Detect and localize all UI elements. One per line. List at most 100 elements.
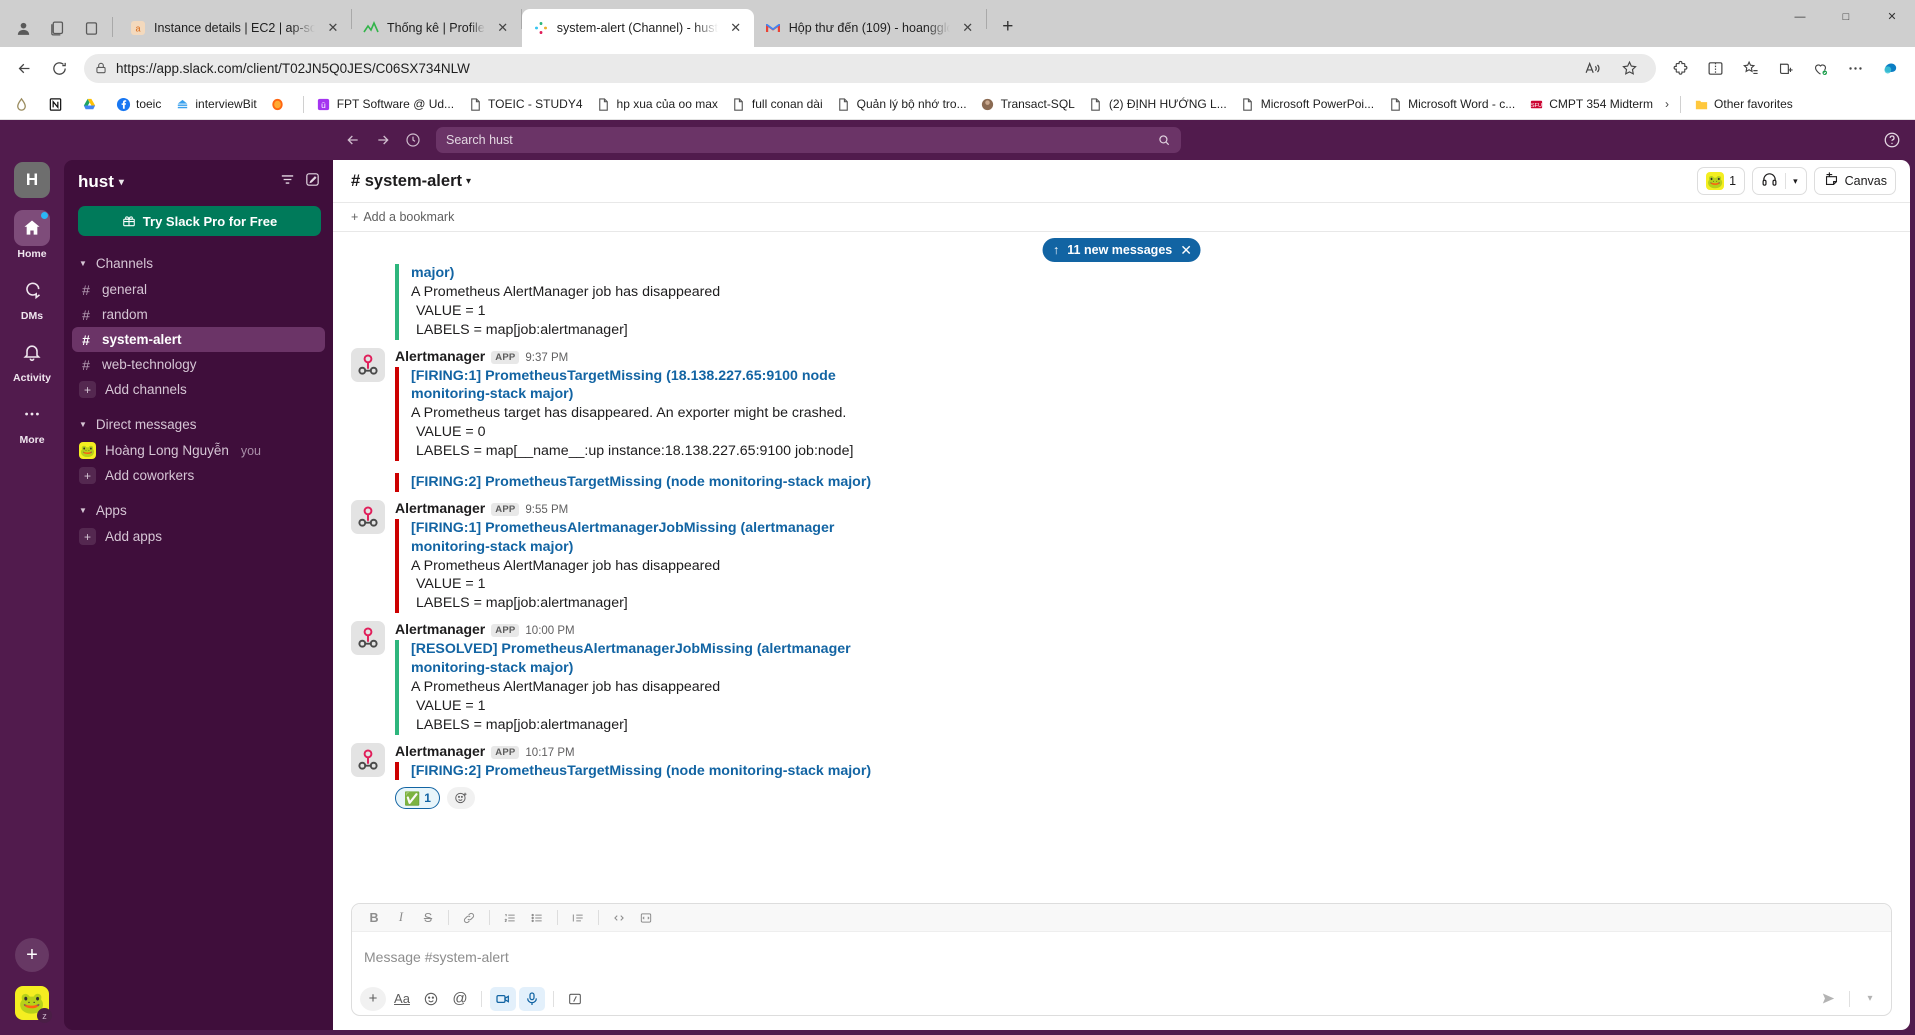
close-button[interactable]: ✕ xyxy=(1869,0,1915,33)
alert-title[interactable]: [FIRING:2] PrometheusTargetMissing (node… xyxy=(411,473,873,492)
chevron-down-icon[interactable]: ▾ xyxy=(1793,176,1798,187)
bookmark-item[interactable] xyxy=(75,93,108,115)
bookmark-item[interactable]: (2) ĐỊNH HƯỚNG L... xyxy=(1082,93,1233,115)
message-author[interactable]: Alertmanager xyxy=(395,743,485,759)
message-timestamp[interactable]: 9:37 PM xyxy=(525,352,568,364)
channel-bookmark-bar[interactable]: + Add a bookmark xyxy=(333,202,1910,232)
send-options-button[interactable]: ▾ xyxy=(1857,987,1883,1011)
message-timestamp[interactable]: 10:00 PM xyxy=(525,625,574,637)
clock-icon[interactable] xyxy=(400,127,426,153)
new-messages-banner[interactable]: ↑ 11 new messages ✕ xyxy=(1042,238,1201,262)
tab-close-icon[interactable]: ✕ xyxy=(323,18,343,38)
canvas-button[interactable]: Canvas xyxy=(1813,167,1896,195)
mention-button[interactable]: @ xyxy=(447,987,473,1011)
send-button[interactable] xyxy=(1814,987,1842,1011)
rail-item-activity[interactable]: Activity xyxy=(4,334,60,384)
reload-icon[interactable] xyxy=(43,52,76,85)
alert-title[interactable]: [FIRING:2] PrometheusTargetMissing (node… xyxy=(411,762,873,781)
sidebar-section-dms[interactable]: ▼ Direct messages xyxy=(72,411,325,438)
audio-clip-button[interactable] xyxy=(519,986,545,1011)
bulleted-list-button[interactable] xyxy=(525,907,549,929)
message-timestamp[interactable]: 10:17 PM xyxy=(525,747,574,759)
browser-tab-2[interactable]: Thống kê | Profile ✕ xyxy=(352,9,521,47)
message-author[interactable]: Alertmanager xyxy=(395,348,485,364)
browser-essentials-icon[interactable] xyxy=(1804,52,1837,85)
address-bar[interactable]: https://app.slack.com/client/T02JN5Q0JES… xyxy=(84,52,1656,85)
copilot-icon[interactable] xyxy=(1874,52,1907,85)
page-title[interactable]: # system-alert ▾ xyxy=(351,172,471,191)
workspace-avatar[interactable]: H xyxy=(14,162,50,198)
bookmarks-overflow-icon[interactable]: › xyxy=(1660,94,1674,114)
sidebar-item-add-apps[interactable]: + Add apps xyxy=(72,524,325,549)
message-composer[interactable]: B I S Message #system-alert + Aa @ ▾ xyxy=(351,903,1892,1016)
reaction-white-check-mark[interactable]: ✅ 1 xyxy=(395,787,440,810)
channel-members-button[interactable]: 🐸 1 xyxy=(1697,167,1746,195)
bookmark-item-cmpt354[interactable]: SFU CMPT 354 Midterm xyxy=(1522,93,1659,115)
browser-tab-4[interactable]: Hộp thư đến (109) - hoangglong ✕ xyxy=(754,9,986,47)
emoji-button[interactable] xyxy=(418,987,444,1011)
sidebar-item-dm-hoang-long[interactable]: 🐸 Hoàng Long Nguyễn you xyxy=(72,438,325,463)
huddle-button[interactable]: ▾ xyxy=(1752,167,1807,195)
favorite-star-icon[interactable] xyxy=(1613,52,1646,85)
browser-tab-1[interactable]: a Instance details | EC2 | ap-southe ✕ xyxy=(119,9,351,47)
alert-title[interactable]: [FIRING:1] PrometheusAlertmanagerJobMiss… xyxy=(411,519,873,557)
split-screen-icon[interactable] xyxy=(1699,52,1732,85)
question-circle-icon[interactable] xyxy=(1879,127,1905,153)
bookmark-item-transact-sql[interactable]: Transact-SQL xyxy=(974,93,1081,115)
bookmark-item[interactable] xyxy=(41,93,74,115)
bookmark-item[interactable] xyxy=(264,93,297,115)
rail-item-home[interactable]: Home xyxy=(4,210,60,260)
browser-tab-3-active[interactable]: system-alert (Channel) - hust - Sl ✕ xyxy=(521,9,754,47)
link-button[interactable] xyxy=(457,907,481,929)
read-aloud-icon[interactable] xyxy=(1576,52,1609,85)
code-block-button[interactable] xyxy=(634,907,658,929)
alert-title[interactable]: major) xyxy=(411,264,873,283)
avatar[interactable]: 🐸 z xyxy=(15,986,52,1023)
maximize-button[interactable]: □ xyxy=(1823,0,1869,33)
favorites-icon[interactable] xyxy=(1734,52,1767,85)
tab-close-icon[interactable]: ✕ xyxy=(493,18,513,38)
bookmark-item-word[interactable]: Microsoft Word - c... xyxy=(1381,93,1521,115)
sidebar-item-system-alert[interactable]: # system-alert xyxy=(72,327,325,352)
attach-button[interactable]: + xyxy=(360,986,386,1011)
bookmark-item-interviewbit[interactable]: interviewBit xyxy=(168,93,262,115)
rail-item-dms[interactable]: DMs xyxy=(4,272,60,322)
bookmark-item-toeic-study4[interactable]: TOEIC - STUDY4 xyxy=(461,93,588,115)
sidebar-section-channels[interactable]: ▼ Channels xyxy=(72,250,325,277)
collections-icon[interactable] xyxy=(1769,52,1802,85)
extensions-icon[interactable] xyxy=(1664,52,1697,85)
rail-item-more[interactable]: More xyxy=(4,396,60,446)
sidebar-section-apps[interactable]: ▼ Apps xyxy=(72,497,325,524)
alert-title[interactable]: [FIRING:1] PrometheusTargetMissing (18.1… xyxy=(411,367,873,405)
strikethrough-button[interactable]: S xyxy=(416,907,440,929)
message-author[interactable]: Alertmanager xyxy=(395,621,485,637)
vertical-tabs-icon[interactable] xyxy=(74,9,108,47)
bold-button[interactable]: B xyxy=(362,907,386,929)
sidebar-item-add-coworkers[interactable]: + Add coworkers xyxy=(72,463,325,488)
tab-close-icon[interactable]: ✕ xyxy=(726,18,746,38)
filter-icon[interactable] xyxy=(279,171,296,193)
message-input[interactable]: Message #system-alert xyxy=(352,932,1891,982)
add-workspace-button[interactable]: + xyxy=(15,938,49,972)
bookmark-item[interactable]: hp xua của oo max xyxy=(590,93,724,115)
bookmark-item[interactable] xyxy=(7,93,40,115)
bookmark-item-fpt[interactable]: ū FPT Software @ Ud... xyxy=(310,93,460,115)
blockquote-button[interactable] xyxy=(566,907,590,929)
profile-icon[interactable] xyxy=(6,9,40,47)
compose-icon[interactable] xyxy=(304,171,321,193)
ordered-list-button[interactable] xyxy=(498,907,522,929)
bookmark-item[interactable]: full conan dài xyxy=(725,93,829,115)
message-list[interactable]: ↑ 11 new messages ✕ major) A Prometheus … xyxy=(333,232,1910,897)
back-icon[interactable] xyxy=(8,52,41,85)
tab-search-icon[interactable] xyxy=(40,9,74,47)
alert-title[interactable]: [RESOLVED] PrometheusAlertmanagerJobMiss… xyxy=(411,640,873,678)
sidebar-item-random[interactable]: # random xyxy=(72,302,325,327)
sidebar-item-web-technology[interactable]: # web-technology xyxy=(72,352,325,377)
bookmark-item[interactable]: Quản lý bộ nhớ tro... xyxy=(830,93,973,115)
tab-close-icon[interactable]: ✕ xyxy=(958,18,978,38)
try-slack-pro-button[interactable]: Try Slack Pro for Free xyxy=(78,206,321,236)
message-author[interactable]: Alertmanager xyxy=(395,500,485,516)
code-button[interactable] xyxy=(607,907,631,929)
search-input[interactable]: Search hust xyxy=(436,127,1181,153)
slash-command-button[interactable] xyxy=(562,987,588,1011)
